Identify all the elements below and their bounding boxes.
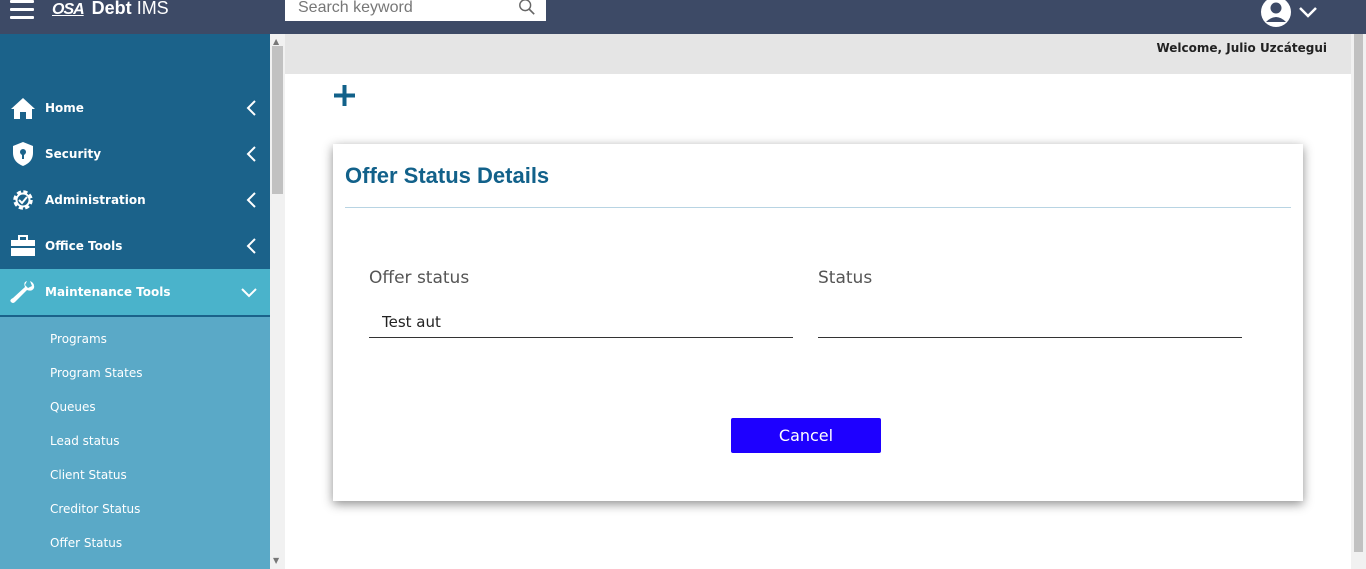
shield-icon	[10, 141, 36, 167]
card-title: Offer Status Details	[345, 163, 550, 188]
submenu-item-creditor-status[interactable]: Creditor Status	[50, 502, 140, 516]
top-bar: OSA Debt IMS	[0, 0, 1366, 34]
sidebar-item-label: Home	[45, 101, 84, 115]
page-scrollbar-thumb[interactable]	[1354, 34, 1363, 552]
offer-status-details-card: Offer Status Details Offer status Status…	[333, 144, 1303, 501]
hamburger-menu-icon[interactable]	[10, 0, 34, 20]
sidebar-item-label: Security	[45, 147, 102, 161]
sidebar-scrollbar-thumb[interactable]	[272, 46, 283, 194]
sidebar-item-label: Maintenance Tools	[45, 285, 171, 299]
logo-mark: OSA	[52, 1, 85, 18]
app-suffix: IMS	[136, 0, 169, 18]
submenu-item-queues[interactable]: Queues	[50, 400, 96, 414]
add-plus-icon[interactable]	[333, 84, 357, 108]
scroll-up-arrow-icon[interactable]: ▲	[273, 37, 279, 46]
sidebar-item-maintenance-tools[interactable]: Maintenance Tools	[0, 269, 270, 315]
search-icon[interactable]	[518, 0, 536, 16]
search-input[interactable]	[298, 0, 518, 18]
status-label: Status	[818, 268, 873, 288]
submenu-item-program-states[interactable]: Program States	[50, 366, 142, 380]
submenu-item-offer-status[interactable]: Offer Status	[50, 536, 122, 550]
offer-status-input[interactable]	[369, 306, 793, 338]
chevron-left-icon	[246, 146, 256, 162]
scroll-down-arrow-icon[interactable]: ▼	[273, 556, 279, 565]
maintenance-submenu: Programs Program States Queues Lead stat…	[0, 317, 270, 569]
chevron-left-icon	[246, 238, 256, 254]
chevron-left-icon	[246, 100, 256, 116]
chevron-left-icon	[246, 192, 256, 208]
user-menu[interactable]	[1260, 0, 1320, 28]
app-logo: OSA Debt IMS	[52, 0, 169, 19]
app-name: Debt	[91, 0, 132, 18]
sidebar-item-label: Administration	[45, 193, 146, 207]
sidebar: Home Security Administration Office Tool…	[0, 34, 270, 569]
cancel-button[interactable]: Cancel	[731, 418, 881, 453]
search-box	[285, 0, 546, 23]
status-input[interactable]	[818, 306, 1242, 338]
sidebar-item-home[interactable]: Home	[0, 85, 270, 131]
submenu-item-client-status[interactable]: Client Status	[50, 468, 127, 482]
welcome-text: Welcome, Julio Uzcátegui	[1156, 41, 1327, 55]
sidebar-item-office-tools[interactable]: Office Tools	[0, 223, 270, 269]
card-divider	[345, 207, 1291, 208]
home-icon	[10, 95, 36, 121]
submenu-item-programs[interactable]: Programs	[50, 332, 107, 346]
user-avatar-icon	[1261, 0, 1317, 27]
briefcase-icon	[10, 233, 36, 259]
chevron-down-icon	[241, 288, 257, 298]
sidebar-item-label: Office Tools	[45, 239, 123, 253]
welcome-bar: Welcome, Julio Uzcátegui	[285, 34, 1351, 74]
gear-icon	[10, 187, 36, 213]
sidebar-item-security[interactable]: Security	[0, 131, 270, 177]
submenu-item-lead-status[interactable]: Lead status	[50, 434, 120, 448]
wrench-icon	[10, 279, 36, 305]
sidebar-item-administration[interactable]: Administration	[0, 177, 270, 223]
offer-status-label: Offer status	[369, 268, 470, 288]
